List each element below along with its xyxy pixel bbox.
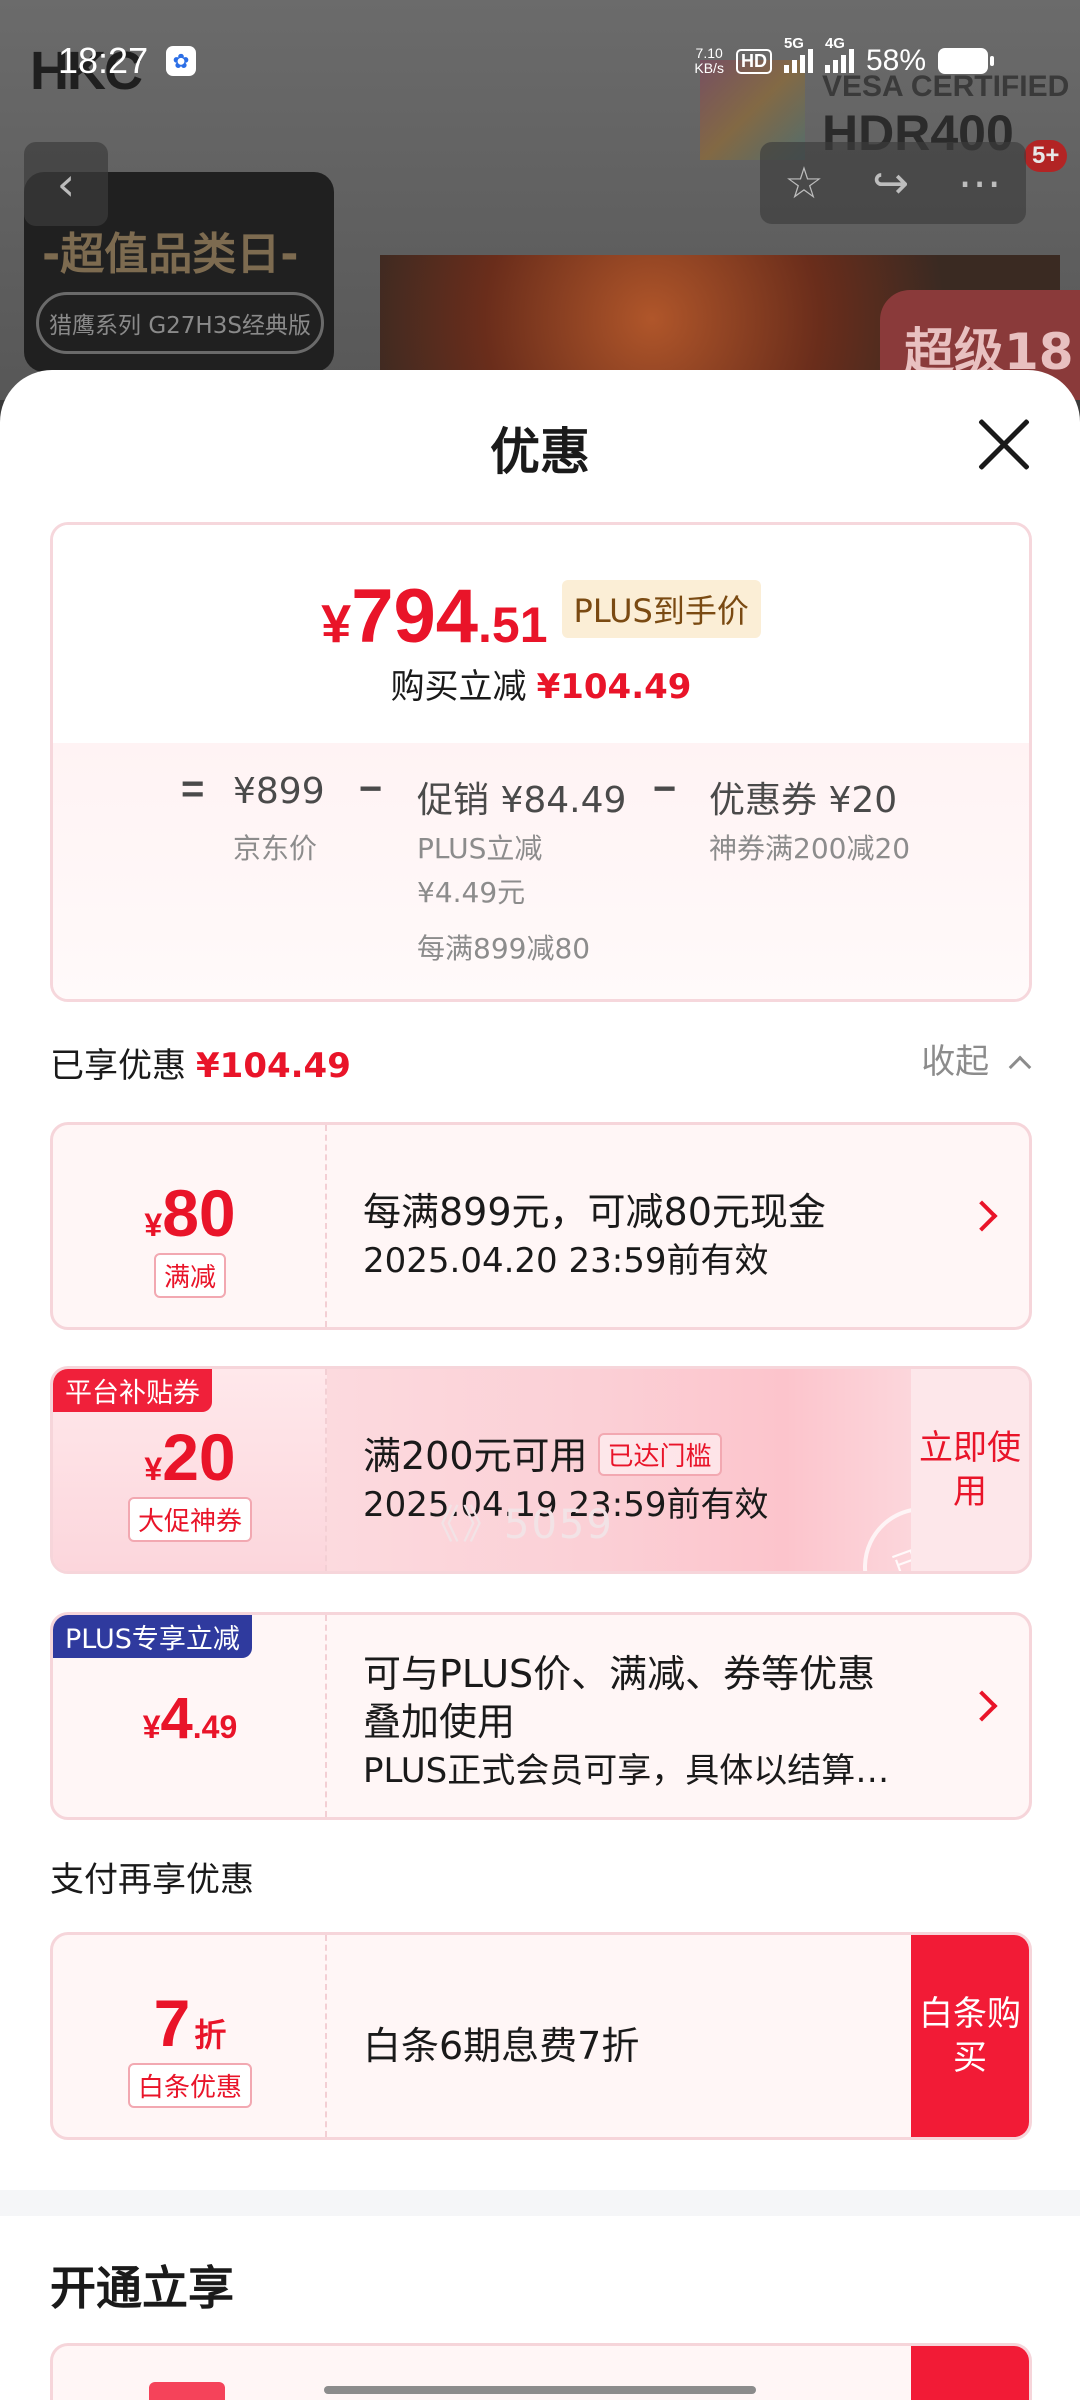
coupon-description: 可与PLUS价、满减、券等优惠 xyxy=(363,1652,876,1696)
network-speed-value: 7.10 xyxy=(695,45,723,61)
price-summary-card: ¥ 794 .51 PLUS到手价 购买立减 ¥104.49 = ¥899 京东价… xyxy=(50,522,1032,1002)
coupon-type-tag: 满减 xyxy=(53,1253,327,1298)
more-icon[interactable]: ⋯ xyxy=(958,158,1002,209)
threshold-reached-tag: 已达门槛 xyxy=(597,1433,722,1476)
coupon-description: 每满899元，可减80元现金 xyxy=(363,1190,826,1234)
coupon-plus-exclusive[interactable]: ¥4.49 PLUS专享立减 可与PLUS价、满减、券等优惠 叠加使用 PLUS… xyxy=(50,1612,1032,1820)
jd-price: ¥899 xyxy=(233,771,325,812)
hd-icon: HD xyxy=(735,48,772,74)
discount-value-area: 7折 白条优惠 xyxy=(53,1935,327,2137)
coupon-type-tag: 大促神券 xyxy=(53,1497,327,1542)
coupon-value-area: ¥80 满减 xyxy=(53,1125,327,1327)
membership-cta[interactable] xyxy=(911,2346,1029,2400)
coupon-amount: ¥20 xyxy=(144,1420,236,1494)
coupon-amount: ¥4.49 xyxy=(142,1686,238,1751)
pay-discount-label: 支付再享优惠 xyxy=(50,1860,254,1900)
signal-4g-label: 4G xyxy=(824,35,845,52)
star-icon[interactable]: ☆ xyxy=(784,158,823,209)
platform-subsidy-badge: 平台补贴券 xyxy=(53,1369,212,1412)
battery-percent: 58% xyxy=(865,44,926,77)
status-indicators: 7.10 KB/s HD 5G 4G 58% xyxy=(694,35,994,78)
back-button[interactable]: ‹ xyxy=(24,142,108,226)
membership-icon xyxy=(149,2382,225,2400)
signal-5g-icon: 5G xyxy=(783,35,813,73)
coupon-expiry: 2025.04.20 23:59前有效 xyxy=(363,1241,769,1281)
minus-sign: − xyxy=(359,767,383,811)
coupon-amount: ¥80 xyxy=(144,1176,236,1250)
section-divider xyxy=(0,2190,1080,2216)
chevron-right-icon xyxy=(966,1690,998,1722)
plus-discount-value: ¥4.49元 xyxy=(417,876,526,909)
chevron-up-icon xyxy=(1008,1055,1032,1079)
currency-symbol: ¥ xyxy=(321,594,352,654)
price-integer: 794 xyxy=(351,574,479,659)
coupon-description-cont: 叠加使用 xyxy=(363,1700,516,1744)
open-benefits-title: 开通立享 xyxy=(50,2261,234,2315)
cart-count-badge: 5+ xyxy=(1024,140,1068,172)
enjoyed-label: 已享优惠 xyxy=(50,1046,186,1086)
battery-icon xyxy=(938,48,994,74)
price-decimal: .51 xyxy=(478,597,548,653)
close-icon[interactable] xyxy=(976,416,1032,472)
chevron-right-icon xyxy=(966,1200,998,1232)
plus-discount-label: PLUS立减 xyxy=(417,832,543,865)
promo-pill: 猎鹰系列 G27H3S经典版 xyxy=(36,292,324,354)
baitiao-buy-button[interactable]: 白条购买 xyxy=(911,1935,1029,2137)
instant-savings: 购买立减 ¥104.49 xyxy=(53,659,1029,708)
jd-price-label: 京东价 xyxy=(233,832,318,865)
baidu-app-icon: ✿ xyxy=(166,46,196,76)
coupon-amount: 优惠券 ¥20 xyxy=(709,780,898,821)
status-time: 18:27 xyxy=(58,40,149,81)
enjoyed-discounts-label: 已享优惠 ¥104.49 xyxy=(50,1038,351,1087)
use-now-button[interactable]: 立即使用 xyxy=(911,1369,1029,1571)
top-actions: ☆ ↪ ⋯ xyxy=(760,142,1026,224)
sheet-title: 优惠 xyxy=(490,423,590,481)
chevron-left-icon: ‹ xyxy=(56,157,76,211)
full-reduction-rule: 每满899减80 xyxy=(417,932,591,965)
savings-amount: ¥104.49 xyxy=(536,667,692,707)
share-icon[interactable]: ↪ xyxy=(872,158,909,209)
final-price: ¥ 794 .51 PLUS到手价 xyxy=(53,573,1029,660)
baitiao-card[interactable]: 7折 白条优惠 白条6期息费7折 白条购买 xyxy=(50,1932,1032,2140)
plus-exclusive-badge: PLUS专享立减 xyxy=(53,1615,252,1658)
discount-sheet: 优惠 ¥ 794 .51 PLUS到手价 购买立减 ¥104.49 = ¥899 … xyxy=(0,370,1080,2400)
signal-4g-icon: 4G xyxy=(824,35,854,73)
equals-sign: = xyxy=(181,767,205,811)
status-bar: 18:27 ✿ 7.10 KB/s HD 5G 4G 58% xyxy=(0,0,1080,120)
discount-rate: 7折 xyxy=(153,1986,227,2060)
savings-label: 购买立减 xyxy=(390,667,527,707)
home-indicator[interactable] xyxy=(324,2386,756,2394)
promo-amount: 促销 ¥84.49 xyxy=(417,780,627,821)
promo-title: -超值品类日- xyxy=(42,229,299,280)
coupon-note: PLUS正式会员可享，具体以结算… xyxy=(363,1751,890,1791)
baitiao-description: 白条6期息费7折 xyxy=(363,2024,640,2068)
network-speed: 7.10 KB/s xyxy=(694,46,724,76)
coupon-full-reduction[interactable]: ¥80 满减 每满899元，可减80元现金 2025.04.20 23:59前有… xyxy=(50,1122,1032,1330)
price-breakdown: = ¥899 京东价 − 促销 ¥84.49 PLUS立减 ¥4.49元 每满8… xyxy=(53,743,1029,999)
signal-5g-label: 5G xyxy=(783,35,804,52)
baitiao-tag: 白条优惠 xyxy=(53,2063,327,2108)
network-speed-unit: KB/s xyxy=(694,60,724,76)
enjoyed-amount: ¥104.49 xyxy=(196,1046,351,1086)
coupon-condition: 满200元可用 已达门槛 xyxy=(363,1425,722,1480)
plus-price-tag: PLUS到手价 xyxy=(561,579,761,638)
collapse-button[interactable]: 收起 xyxy=(921,1034,1032,1083)
minus-sign: − xyxy=(653,767,677,811)
coupon-rule: 神券满200减20 xyxy=(709,832,911,865)
collapse-label: 收起 xyxy=(921,1042,990,1082)
coupon-condition-text: 满200元可用 xyxy=(363,1434,588,1478)
watermark: 《》5059 xyxy=(420,1502,614,1548)
